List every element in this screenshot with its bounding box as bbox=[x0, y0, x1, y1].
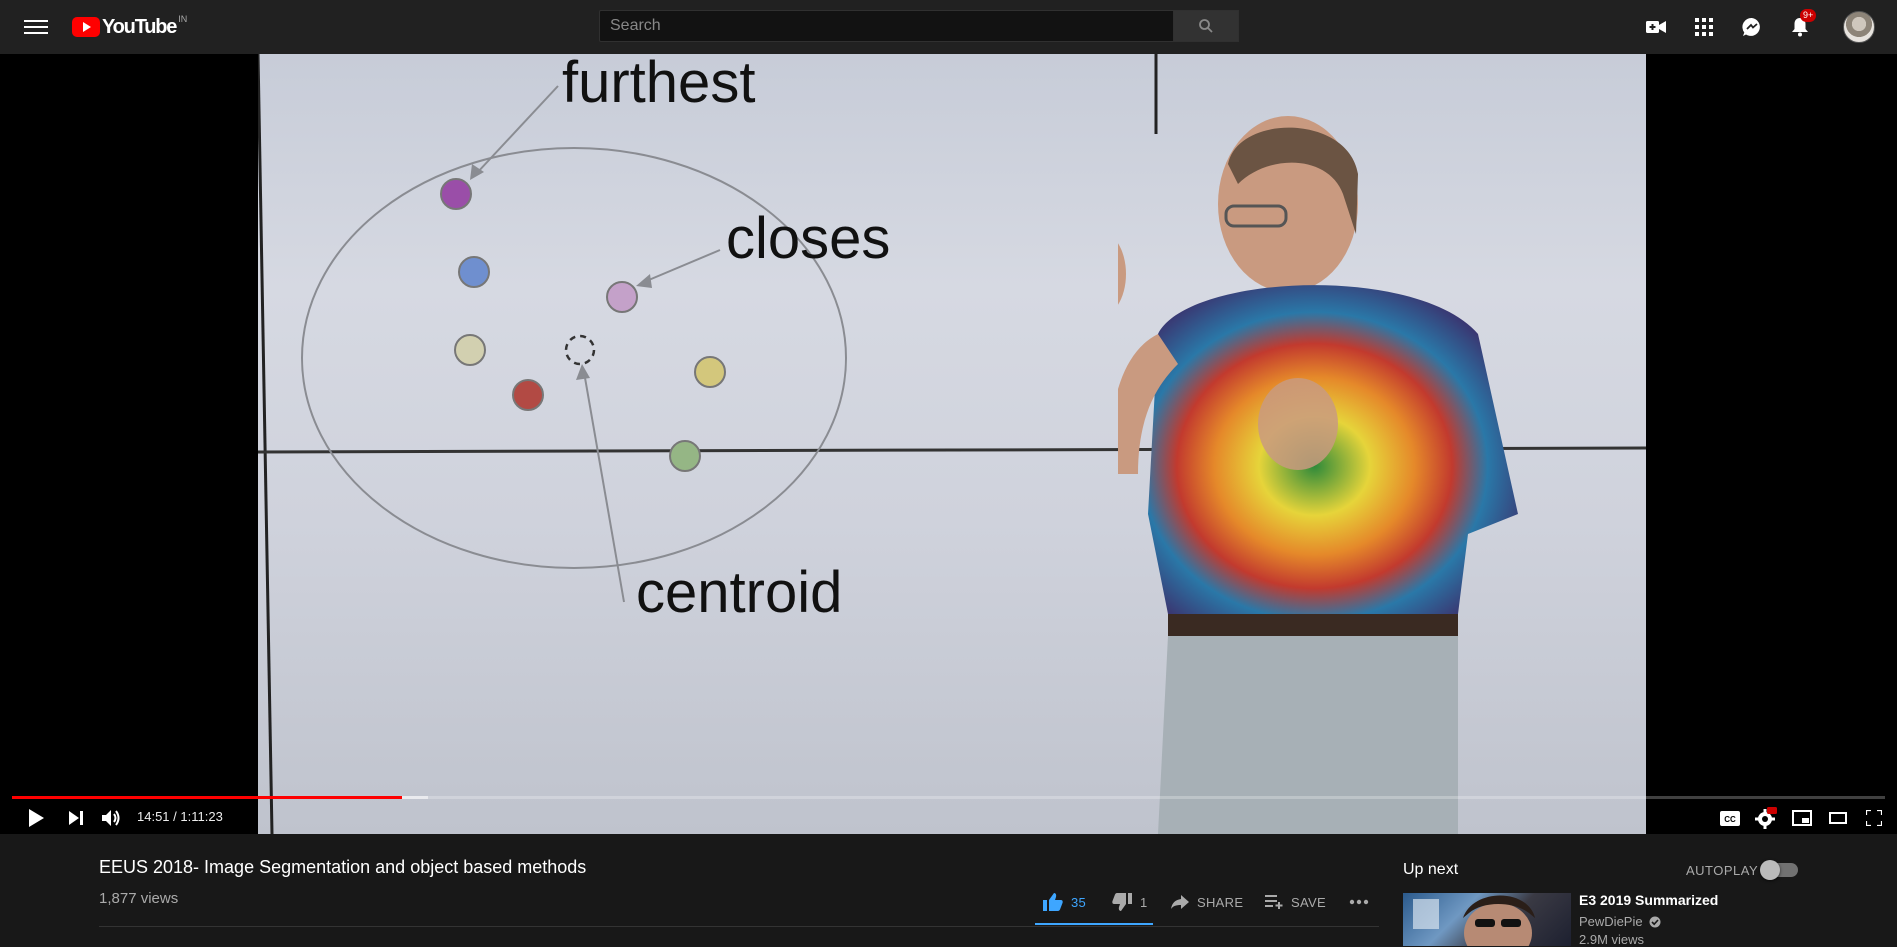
logo-text: YouTube bbox=[102, 15, 177, 38]
like-button[interactable]: 35 bbox=[1043, 889, 1086, 915]
slide-label-furthest: furthest bbox=[562, 54, 756, 115]
slide-label-closest: closes bbox=[726, 206, 891, 271]
progress-bar[interactable] bbox=[12, 796, 1885, 799]
notifications-button[interactable]: 9+ bbox=[1788, 9, 1817, 39]
fullscreen-icon bbox=[1866, 810, 1882, 826]
settings-button[interactable] bbox=[1752, 802, 1780, 834]
theater-icon bbox=[1829, 812, 1847, 824]
country-code: IN bbox=[178, 14, 188, 24]
rec-channel-name: PewDiePie bbox=[1579, 914, 1643, 929]
up-next-heading: Up next bbox=[1403, 861, 1459, 878]
rec-thumbnail-image bbox=[1413, 895, 1535, 946]
apps-grid-icon bbox=[1695, 18, 1713, 36]
thumbs-down-icon bbox=[1112, 893, 1132, 911]
miniplayer-button[interactable] bbox=[1788, 802, 1816, 834]
save-label: SAVE bbox=[1291, 894, 1326, 910]
search-input[interactable] bbox=[600, 11, 1173, 41]
gear-icon bbox=[1755, 807, 1777, 829]
avatar[interactable] bbox=[1843, 11, 1875, 43]
current-time: 14:51 bbox=[137, 809, 170, 824]
youtube-play-icon bbox=[72, 17, 100, 37]
dislike-button[interactable]: 1 bbox=[1112, 889, 1148, 915]
player-controls: 14:51 / 1:11:23 CC bbox=[0, 802, 1897, 834]
notification-badge: 9+ bbox=[1800, 9, 1817, 22]
youtube-logo[interactable]: YouTube IN bbox=[72, 14, 188, 38]
rec-views: 2.9M views bbox=[1579, 932, 1645, 947]
search-box bbox=[599, 10, 1174, 42]
messages-button[interactable] bbox=[1740, 15, 1764, 39]
next-button[interactable] bbox=[62, 802, 90, 834]
time-separator: / bbox=[169, 809, 181, 824]
presenter bbox=[1118, 116, 1518, 834]
search-icon bbox=[1199, 19, 1213, 33]
share-label: SHARE bbox=[1197, 894, 1244, 910]
more-horizontal-icon bbox=[1349, 899, 1369, 905]
cc-icon: CC bbox=[1720, 810, 1740, 826]
video-title: EEUS 2018- Image Segmentation and object… bbox=[99, 857, 587, 877]
dislike-count: 1 bbox=[1140, 894, 1148, 910]
share-button[interactable]: SHARE bbox=[1171, 889, 1243, 915]
subtitles-button[interactable]: CC bbox=[1716, 802, 1744, 834]
view-count: 1,877 views bbox=[99, 890, 179, 907]
autoplay-label: AUTOPLAY bbox=[1686, 863, 1759, 878]
more-actions-button[interactable] bbox=[1349, 889, 1369, 915]
duration: 1:11:23 bbox=[180, 809, 223, 824]
rec-channel[interactable]: PewDiePie bbox=[1579, 914, 1661, 929]
thumbs-up-icon bbox=[1043, 893, 1063, 911]
menu-icon[interactable] bbox=[24, 17, 48, 37]
theater-mode-button[interactable] bbox=[1824, 802, 1852, 834]
playlist-add-icon bbox=[1265, 895, 1283, 909]
play-icon bbox=[29, 809, 44, 827]
volume-icon bbox=[102, 810, 120, 826]
next-icon bbox=[69, 811, 83, 825]
rec-title[interactable]: E3 2019 Summarized bbox=[1579, 892, 1718, 908]
fullscreen-button[interactable] bbox=[1860, 802, 1888, 834]
masthead: YouTube IN Search 9+ bbox=[0, 0, 1897, 54]
slide-label-centroid: centroid bbox=[636, 560, 843, 625]
save-button[interactable]: SAVE bbox=[1265, 889, 1326, 915]
time-display: 14:51 / 1:11:23 bbox=[137, 809, 223, 824]
rec-thumbnail[interactable] bbox=[1403, 893, 1571, 946]
like-count: 35 bbox=[1071, 894, 1087, 910]
volume-button[interactable] bbox=[98, 802, 126, 834]
video-frame[interactable]: furthest closes centroid bbox=[258, 54, 1646, 834]
verified-icon bbox=[1649, 916, 1661, 927]
info-divider bbox=[99, 926, 1379, 927]
played-bar bbox=[12, 796, 402, 799]
svg-text:CC: CC bbox=[1724, 815, 1736, 824]
miniplayer-icon bbox=[1792, 810, 1812, 826]
messages-icon bbox=[1742, 17, 1760, 36]
video-player[interactable]: furthest closes centroid 14:51 / 1:11:23… bbox=[0, 54, 1897, 834]
play-button[interactable] bbox=[22, 802, 50, 834]
create-video-button[interactable] bbox=[1644, 15, 1668, 39]
autoplay-toggle[interactable] bbox=[1760, 860, 1798, 880]
toggle-knob bbox=[1760, 860, 1780, 880]
video-camera-icon bbox=[1646, 21, 1666, 33]
share-icon bbox=[1171, 895, 1189, 909]
apps-button[interactable] bbox=[1692, 15, 1716, 39]
search-button[interactable] bbox=[1174, 10, 1239, 42]
like-ratio-bar bbox=[1035, 923, 1153, 925]
